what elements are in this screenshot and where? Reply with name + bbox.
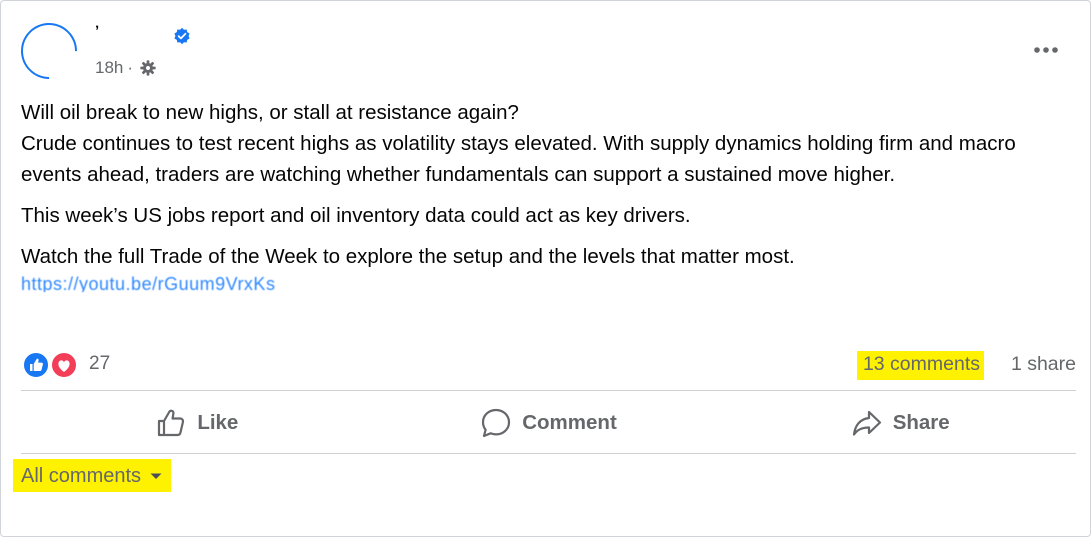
post-meta: 18h · — [95, 58, 157, 78]
reactions-row: 27 13 comments 1 share — [21, 349, 1076, 381]
post-link[interactable]: https://youtu.be/rGuum9VrxKs — [21, 272, 1066, 292]
comments-filter-dropdown[interactable]: All comments — [13, 459, 172, 492]
comment-button[interactable]: Comment — [373, 393, 725, 453]
more-icon — [1034, 47, 1058, 53]
like-reaction-icon — [22, 351, 50, 379]
comment-label: Comment — [522, 411, 617, 434]
comments-filter-label: All comments — [21, 464, 142, 487]
shares-count-link[interactable]: 1 share — [1011, 353, 1076, 376]
author-name[interactable]: ʼ — [95, 23, 100, 40]
reaction-count[interactable]: 27 — [89, 353, 110, 375]
post-body: Will oil break to new highs, or stall at… — [21, 97, 1066, 292]
post-paragraph-3: Watch the full Trade of the Week to expl… — [21, 245, 795, 268]
reaction-icons[interactable] — [21, 351, 79, 379]
post-paragraph-1: Crude continues to test recent highs as … — [21, 132, 1016, 186]
post-paragraph-2: This week’s US jobs report and oil inven… — [21, 204, 691, 227]
action-bar: Like Comment Share — [21, 393, 1076, 453]
share-button[interactable]: Share — [724, 393, 1076, 453]
post-card: ʼ 18h · Will oil break to new highs, or … — [0, 0, 1091, 537]
verified-icon — [174, 27, 190, 45]
gear-icon[interactable] — [139, 59, 157, 77]
like-label: Like — [197, 411, 239, 434]
love-reaction-icon — [50, 351, 78, 379]
post-time[interactable]: 18h — [95, 58, 123, 78]
divider-bottom — [21, 453, 1076, 454]
post-question: Will oil break to new highs, or stall at… — [21, 101, 519, 124]
share-arrow-icon — [852, 410, 881, 436]
share-label: Share — [892, 411, 950, 434]
like-button[interactable]: Like — [21, 393, 373, 453]
divider-top — [21, 390, 1076, 391]
meta-separator: · — [127, 58, 134, 77]
comment-bubble-icon — [482, 408, 511, 438]
caret-down-icon — [150, 473, 162, 479]
avatar[interactable] — [9, 11, 89, 91]
more-options-button[interactable] — [1030, 39, 1062, 61]
comments-count-link[interactable]: 13 comments — [856, 351, 984, 380]
thumbs-up-icon — [158, 409, 185, 437]
